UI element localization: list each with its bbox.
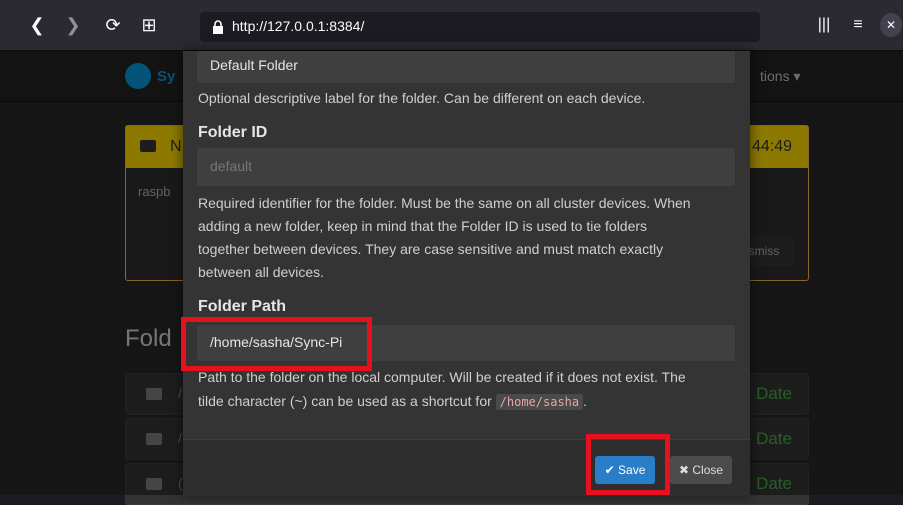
new-tab-icon[interactable]: ⊞ <box>138 14 160 36</box>
path-highlight-box <box>181 317 372 371</box>
folder-id-help-2: adding a new folder, keep in mind that t… <box>198 218 648 234</box>
reload-icon[interactable]: ⟳ <box>102 14 124 36</box>
home-path-code: /home/sasha <box>495 394 584 410</box>
browser-toolbar: ❮ ❯ ⟳ ⊞ http://127.0.0.1:8384/ ||| ≡ ✕ <box>0 0 903 51</box>
back-icon[interactable]: ❮ <box>26 14 48 36</box>
save-highlight-box <box>586 434 670 495</box>
folder-id-input[interactable]: default <box>197 148 735 186</box>
folder-path-label: Folder Path <box>198 298 287 315</box>
folder-path-help-2-text: tilde character (~) can be used as a sho… <box>198 393 492 409</box>
folder-id-help-3: together between devices. They are case … <box>198 241 664 257</box>
close-label: Close <box>692 463 724 477</box>
close-icon[interactable]: ✕ <box>880 13 902 37</box>
url-bar[interactable]: http://127.0.0.1:8384/ <box>200 12 760 42</box>
folder-id-label: Folder ID <box>198 124 268 141</box>
folder-path-help-2-end: . <box>583 393 588 409</box>
folder-id-help-4: between all devices. <box>198 264 325 280</box>
menu-icon[interactable]: ≡ <box>846 13 870 37</box>
folder-label-value: Default Folder <box>210 57 298 73</box>
lock-icon <box>213 20 223 34</box>
close-x-icon: ✖ <box>678 463 690 477</box>
edit-folder-dialog: Default Folder Optional descriptive labe… <box>183 51 750 496</box>
library-icon[interactable]: ||| <box>812 13 836 37</box>
folder-id-placeholder: default <box>210 158 253 174</box>
forward-icon[interactable]: ❯ <box>62 14 84 36</box>
close-button[interactable]: ✖ Close <box>670 456 732 484</box>
url-text: http://127.0.0.1:8384/ <box>232 18 365 34</box>
folder-path-help-2: tilde character (~) can be used as a sho… <box>198 390 587 413</box>
folder-id-help-1: Required identifier for the folder. Must… <box>198 195 691 211</box>
folder-label-help: Optional descriptive label for the folde… <box>198 90 646 106</box>
folder-label-input[interactable]: Default Folder <box>197 51 735 83</box>
